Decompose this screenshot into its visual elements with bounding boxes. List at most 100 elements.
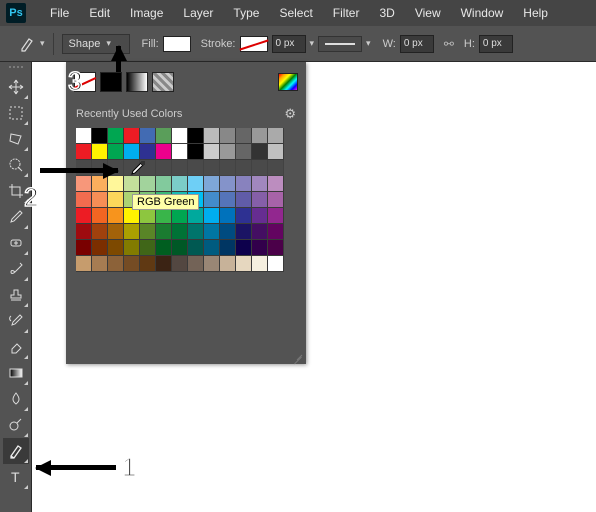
swatch-cell[interactable] xyxy=(108,208,124,224)
swatch-cell[interactable] xyxy=(236,176,252,192)
swatch-cell[interactable] xyxy=(124,240,140,256)
swatch-cell[interactable] xyxy=(140,128,156,144)
swatch-cell[interactable] xyxy=(76,208,92,224)
height-field[interactable]: 0 px xyxy=(479,35,513,53)
swatch-cell[interactable] xyxy=(92,128,108,144)
swatch-cell[interactable] xyxy=(92,224,108,240)
swatch-cell[interactable] xyxy=(188,224,204,240)
swatch-cell[interactable] xyxy=(156,144,172,160)
swatch-cell[interactable] xyxy=(140,256,156,272)
gradient-tool[interactable] xyxy=(3,360,29,386)
swatch-cell[interactable] xyxy=(188,128,204,144)
swatch-cell[interactable] xyxy=(188,208,204,224)
fill-pattern-button[interactable] xyxy=(152,72,174,92)
swatch-cell[interactable] xyxy=(124,224,140,240)
menu-image[interactable]: Image xyxy=(120,6,173,20)
swatch-cell[interactable] xyxy=(188,176,204,192)
menu-view[interactable]: View xyxy=(405,6,451,20)
swatch-cell[interactable] xyxy=(124,128,140,144)
swatch-cell[interactable] xyxy=(140,224,156,240)
swatch-cell[interactable] xyxy=(236,144,252,160)
swatch-cell[interactable] xyxy=(236,128,252,144)
swatch-cell[interactable] xyxy=(268,192,284,208)
swatch-cell[interactable] xyxy=(76,256,92,272)
polygon-lasso-tool[interactable] xyxy=(3,126,29,152)
swatch-cell[interactable] xyxy=(188,256,204,272)
swatch-cell[interactable] xyxy=(220,256,236,272)
swatch-cell[interactable] xyxy=(204,128,220,144)
fill-swatch[interactable] xyxy=(163,36,191,52)
swatch-cell[interactable] xyxy=(204,208,220,224)
marquee-tool[interactable] xyxy=(3,100,29,126)
quick-select-tool[interactable] xyxy=(3,152,29,178)
swatch-cell[interactable] xyxy=(220,192,236,208)
swatch-cell[interactable] xyxy=(268,176,284,192)
swatch-cell[interactable] xyxy=(124,256,140,272)
swatch-cell[interactable] xyxy=(108,224,124,240)
gear-icon[interactable]: ⚙ xyxy=(284,106,296,122)
menu-layer[interactable]: Layer xyxy=(173,6,223,20)
swatch-cell[interactable] xyxy=(156,256,172,272)
pen-tool[interactable] xyxy=(3,438,29,464)
swatch-cell[interactable] xyxy=(124,208,140,224)
swatch-cell[interactable] xyxy=(236,192,252,208)
swatch-cell[interactable] xyxy=(92,192,108,208)
swatch-cell[interactable] xyxy=(108,256,124,272)
swatch-cell[interactable] xyxy=(172,256,188,272)
history-brush-tool[interactable] xyxy=(3,308,29,334)
brush-tool[interactable] xyxy=(3,256,29,282)
swatch-cell[interactable] xyxy=(268,224,284,240)
resize-grip[interactable] xyxy=(293,351,303,361)
stroke-width-field[interactable]: 0 px xyxy=(272,35,306,53)
menu-select[interactable]: Select xyxy=(269,6,322,20)
swatch-cell[interactable] xyxy=(108,192,124,208)
swatch-cell[interactable] xyxy=(268,128,284,144)
swatch-cell[interactable] xyxy=(172,128,188,144)
chevron-down-icon[interactable]: ▾ xyxy=(310,38,315,49)
swatch-cell[interactable] xyxy=(252,128,268,144)
menu-3d[interactable]: 3D xyxy=(369,6,404,20)
swatch-cell[interactable] xyxy=(220,144,236,160)
swatch-cell[interactable] xyxy=(172,176,188,192)
swatch-cell[interactable] xyxy=(140,144,156,160)
swatch-cell[interactable] xyxy=(220,224,236,240)
move-tool[interactable] xyxy=(3,74,29,100)
swatch-cell[interactable] xyxy=(156,128,172,144)
swatch-cell[interactable] xyxy=(92,208,108,224)
swatch-cell[interactable] xyxy=(108,240,124,256)
swatch-cell[interactable] xyxy=(220,176,236,192)
swatch-cell[interactable] xyxy=(172,240,188,256)
swatch-cell[interactable] xyxy=(236,208,252,224)
swatch-cell[interactable] xyxy=(76,224,92,240)
swatch-cell[interactable] xyxy=(236,224,252,240)
swatch-cell[interactable] xyxy=(236,240,252,256)
dodge-tool[interactable] xyxy=(3,412,29,438)
swatch-cell[interactable] xyxy=(108,144,124,160)
swatch-cell[interactable] xyxy=(92,256,108,272)
swatch-cell[interactable] xyxy=(92,240,108,256)
chevron-down-icon[interactable]: ▾ xyxy=(366,38,371,49)
type-tool[interactable]: T xyxy=(3,464,29,490)
swatch-cell[interactable] xyxy=(76,144,92,160)
swatch-cell[interactable] xyxy=(76,176,92,192)
swatch-cell[interactable] xyxy=(124,144,140,160)
swatch-cell[interactable] xyxy=(268,208,284,224)
swatch-cell[interactable] xyxy=(76,240,92,256)
swatch-cell[interactable] xyxy=(252,192,268,208)
swatch-cell[interactable] xyxy=(172,144,188,160)
swatch-cell[interactable] xyxy=(252,256,268,272)
swatch-cell[interactable] xyxy=(156,208,172,224)
swatch-cell[interactable] xyxy=(220,208,236,224)
swatch-cell[interactable] xyxy=(172,208,188,224)
swatch-cell[interactable] xyxy=(204,256,220,272)
swatch-cell[interactable] xyxy=(236,256,252,272)
swatch-cell[interactable] xyxy=(252,176,268,192)
swatch-cell[interactable] xyxy=(204,192,220,208)
tool-preset-chevron-icon[interactable]: ▾ xyxy=(40,38,45,49)
blur-tool[interactable] xyxy=(3,386,29,412)
swatch-cell[interactable] xyxy=(252,144,268,160)
swatch-cell[interactable] xyxy=(172,224,188,240)
swatch-cell[interactable] xyxy=(76,192,92,208)
swatch-cell[interactable] xyxy=(252,224,268,240)
swatch-cell[interactable] xyxy=(220,240,236,256)
